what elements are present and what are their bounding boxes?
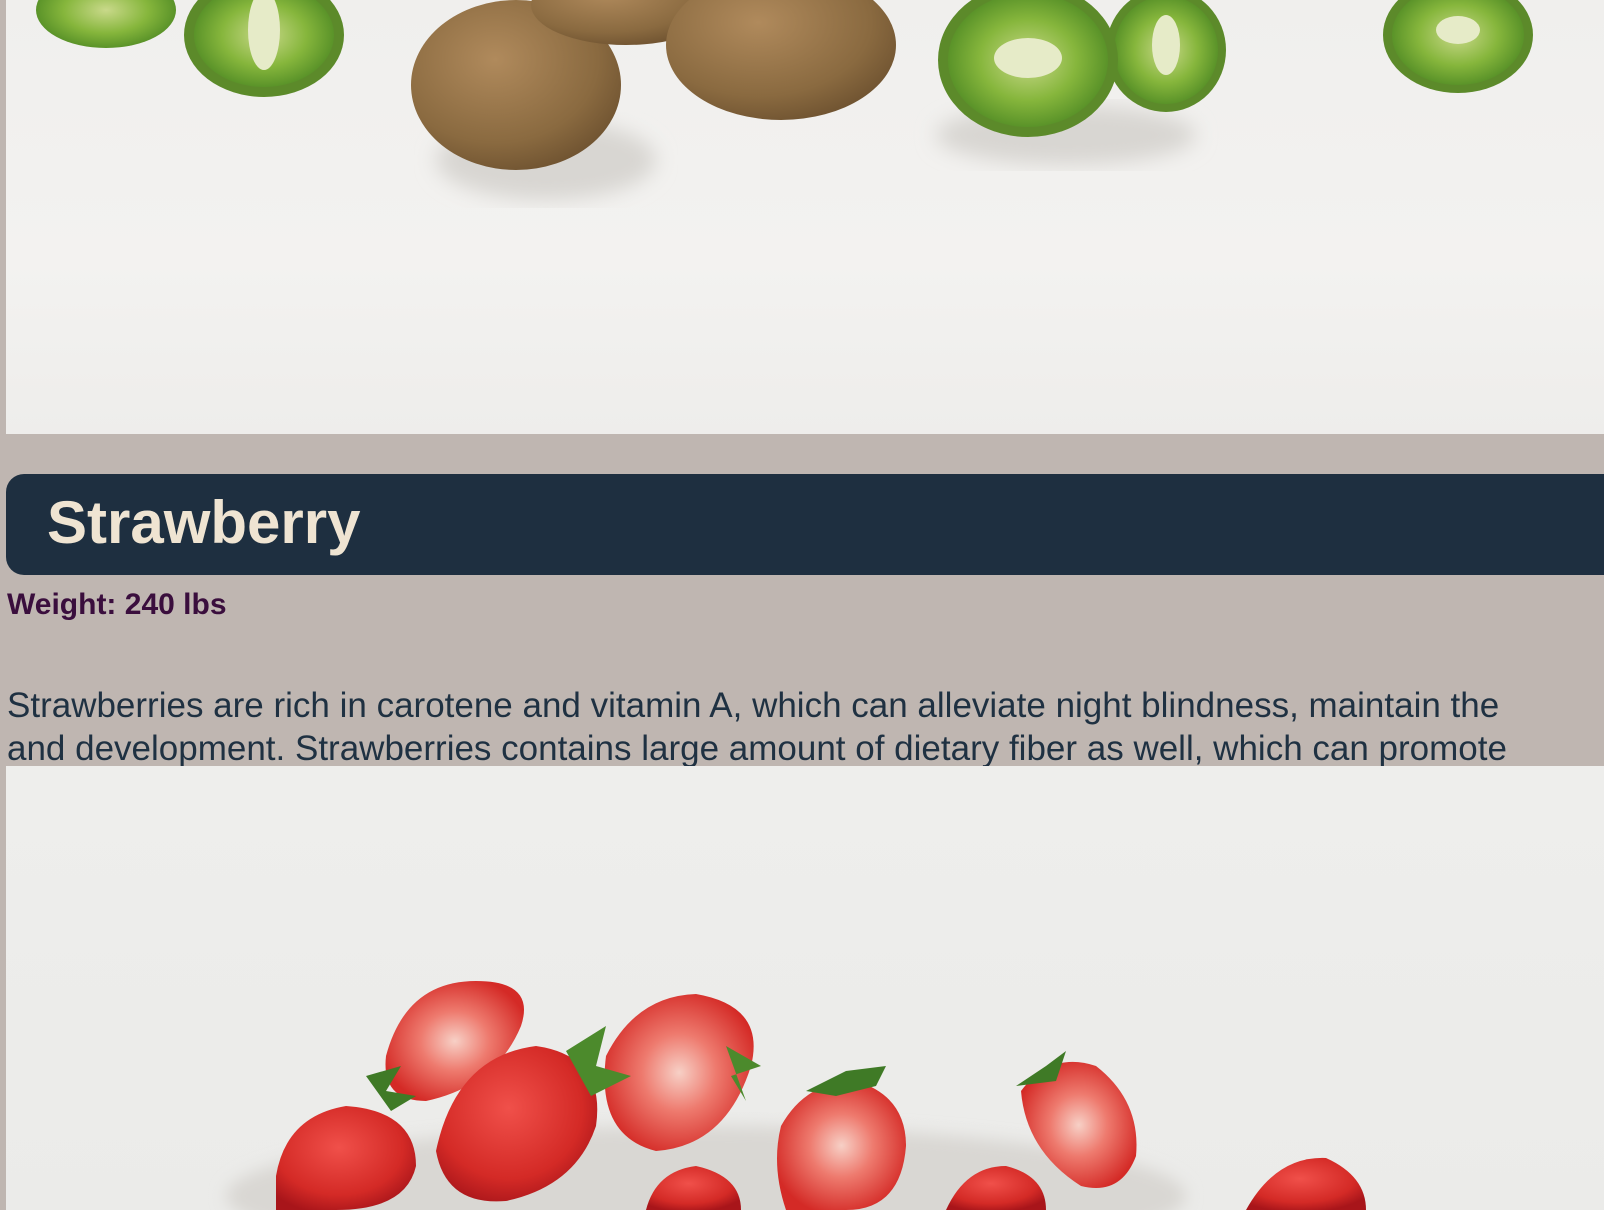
kiwi-illustration xyxy=(36,0,1533,200)
strawberry-image xyxy=(6,766,1604,1210)
title-bar: Strawberry xyxy=(6,474,1604,575)
description-line: and development. Strawberries contains l… xyxy=(7,729,1507,768)
fruit-page: Strawberry Weight: 240 lbs Strawberries … xyxy=(0,0,1604,1210)
item-description: Strawberries are rich in carotene and vi… xyxy=(7,684,1604,770)
weight-line: Weight: 240 lbs xyxy=(7,588,227,622)
weight-label: Weight: xyxy=(7,588,117,621)
item-title: Strawberry xyxy=(47,489,361,556)
kiwi-image xyxy=(6,0,1604,434)
strawberry-illustration xyxy=(226,981,1366,1210)
description-line: Strawberries are rich in carotene and vi… xyxy=(7,686,1500,725)
weight-value: 240 lbs xyxy=(124,588,227,621)
